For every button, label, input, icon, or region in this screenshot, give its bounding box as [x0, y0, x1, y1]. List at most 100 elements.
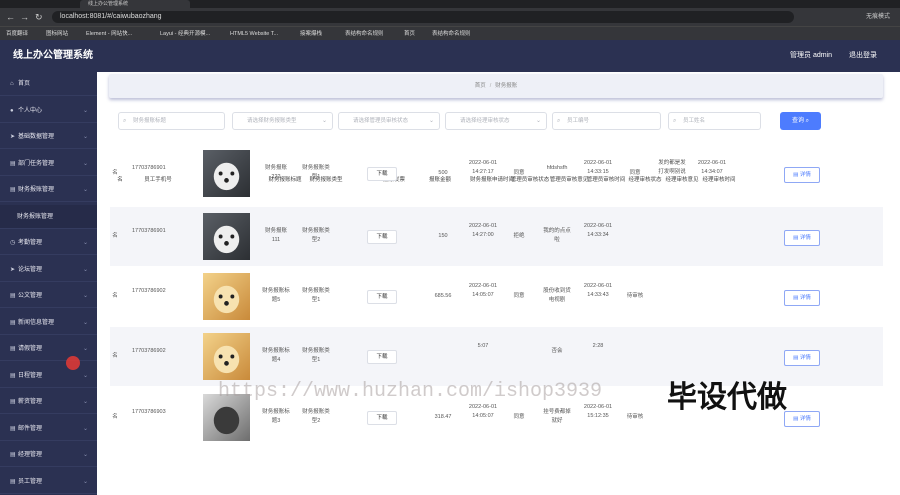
reload-icon[interactable]: ↻	[35, 12, 43, 22]
search-icon: ⌕	[557, 118, 561, 124]
table-cell: 2022-06-01 14:27:00	[468, 223, 498, 238]
sidebar-item-label: 考勤管理	[18, 240, 43, 246]
download-button[interactable]: 下载	[367, 350, 397, 364]
detail-button[interactable]: ▤ 详情	[784, 411, 820, 427]
filter-select[interactable]: 请选择财务报账类型 ⌄	[232, 112, 333, 130]
profile-label[interactable]: 无痕模式	[866, 11, 890, 23]
query-button[interactable]: 查询 ⌕	[780, 112, 821, 130]
table-cell: 财务报账类型1	[302, 348, 330, 363]
table-cell: 名	[112, 170, 118, 176]
table-cell: 财务报账类型1	[302, 165, 330, 180]
bookmark-item[interactable]: 接案爆栈	[300, 27, 322, 41]
chevron-down-icon: ⌄	[82, 160, 88, 167]
table-cell: hfdshsfh	[546, 165, 568, 171]
sidebar-item[interactable]: ▤ 请假管理 ⌄	[0, 337, 97, 361]
address-bar-row: ← → ↻ localhost:8081/#/caiwubaozhang 无痕模…	[0, 8, 900, 26]
bookmark-item[interactable]: 首页	[404, 27, 415, 41]
table-cell: 名	[112, 353, 118, 359]
bookmark-item[interactable]: 图标网站	[46, 27, 68, 41]
table-cell: 2022-06-01 14:33:15	[583, 160, 613, 175]
detail-label: 详情	[799, 235, 811, 241]
current-user: 管理员 admin	[790, 52, 833, 59]
detail-icon: ▤	[793, 235, 800, 241]
doc-icon: ▤	[10, 478, 16, 485]
sidebar-item[interactable]: ▤ 公文管理 ⌄	[0, 284, 97, 308]
avatar	[203, 213, 250, 260]
chevron-down-icon: ⌄	[82, 187, 88, 193]
logout-link[interactable]: 退出登录	[849, 40, 877, 72]
url-field[interactable]: localhost:8081/#/caiwubaozhang	[52, 11, 794, 23]
filter-select[interactable]: 请选择经理审核状态 ⌄	[445, 112, 547, 130]
bookmarks-bar: 百度翻译 图标网站 Element - 网站快... Layui - 经典开源模...…	[0, 26, 900, 40]
sidebar-item[interactable]: ▤ 部门任务管理 ⌄	[0, 152, 97, 176]
bookmark-item[interactable]: Layui - 经典开源模...	[160, 27, 210, 41]
sidebar-item-label: 财务报账管理	[17, 213, 54, 220]
sidebar-item[interactable]: ▤ 经理管理 ⌄	[0, 443, 97, 467]
sidebar-item[interactable]: ▤ 薪资管理 ⌄	[0, 390, 97, 414]
sidebar-item[interactable]: ▤ 财务报账管理 ⌄	[0, 178, 97, 202]
app-header: 线上办公管理系统 管理员 admin 退出登录	[0, 40, 900, 72]
search-icon: ⌕	[123, 118, 127, 124]
table-cell: 500	[438, 170, 448, 176]
forward-icon[interactable]: →	[20, 12, 29, 22]
download-button[interactable]: 下载	[367, 167, 397, 181]
table-row: 名 17703786901 财务报账111 财务报账类型2 下载 150 2022-06-0…	[110, 207, 883, 266]
table-cell: 2022-06-01 14:05:07	[468, 404, 498, 419]
download-button[interactable]: 下载	[367, 290, 397, 304]
mouse-cursor-highlight	[66, 356, 80, 370]
sidebar-item[interactable]: 财务报账管理	[0, 204, 97, 229]
detail-button[interactable]: ▤ 详情	[784, 350, 820, 366]
bookmark-item[interactable]: HTML5 Website T...	[230, 27, 278, 41]
chevron-down-icon: ⌄	[82, 478, 88, 485]
bookmark-item[interactable]: 表结构命名规则	[345, 27, 384, 41]
sidebar-item-label: 部门任务管理	[18, 160, 55, 167]
bookmark-item[interactable]: 百度翻译	[6, 27, 28, 41]
sidebar-item-label: 经理管理	[18, 452, 43, 458]
detail-label: 详情	[799, 416, 811, 422]
chevron-down-icon: ⌄	[535, 118, 541, 124]
filter-input[interactable]: ⌕ 员工姓名	[668, 112, 761, 130]
send-icon: ➤	[10, 266, 16, 273]
browser-tab[interactable]: 线上办公管理系统	[80, 0, 190, 8]
sidebar: ⌂ 首页 ● 个人中心 ⌄ ➤ 基础数据管理 ⌄ ▤ 部门任务管理 ⌄ ▤ 财务报账管理 ⌄ 财务报账管理 ◷…	[0, 72, 97, 495]
sidebar-item[interactable]: ◷ 考勤管理 ⌄	[0, 231, 97, 255]
breadcrumb-home[interactable]: 首页	[475, 83, 486, 89]
table-cell: 财务报账类型2	[302, 409, 330, 424]
filter-input[interactable]: ⌕ 财务报账标题	[118, 112, 225, 130]
sidebar-item[interactable]: ▤ 邮件管理 ⌄	[0, 417, 97, 441]
table-row: 名 17703786902 财务报账标题5 财务报账类型1 下载 685.56 2022-0…	[110, 267, 883, 326]
sidebar-item[interactable]: ● 个人中心 ⌄	[0, 99, 97, 123]
detail-button[interactable]: ▤ 详情	[784, 290, 820, 306]
back-icon[interactable]: ←	[6, 12, 15, 22]
filter-input[interactable]: ⌕ 员工编号	[552, 112, 661, 130]
table-row: 名 17703786901 财务报账222 财务报账类型1 下载 500 2022-06-0…	[110, 144, 883, 203]
sidebar-item[interactable]: ⌂ 首页	[0, 72, 97, 96]
download-button[interactable]: 下载	[367, 230, 397, 244]
sidebar-item[interactable]: ➤ 基础数据管理 ⌄	[0, 125, 97, 149]
filter-placeholder: 员工编号	[567, 118, 590, 124]
sidebar-item[interactable]: ➤ 论坛管理 ⌄	[0, 258, 97, 282]
download-button[interactable]: 下载	[367, 411, 397, 425]
bookmark-item[interactable]: 表结构命名规则	[432, 27, 471, 41]
table-cell: 17703786903	[132, 409, 166, 415]
table-cell: 财务报账标题3	[262, 409, 290, 424]
table-cell: 2022-06-01 14:27:17	[468, 160, 498, 175]
browser-tab-strip: 线上办公管理系统	[0, 0, 900, 8]
sidebar-item[interactable]: ▤ 员工管理 ⌄	[0, 470, 97, 494]
filter-placeholder: 员工姓名	[683, 118, 706, 124]
table-cell: 5:07	[477, 343, 489, 349]
table-cell: 同意	[513, 414, 525, 420]
detail-button[interactable]: ▤ 详情	[784, 167, 820, 183]
doc-icon: ▤	[10, 319, 16, 326]
sidebar-item[interactable]: ▤ 新闻信息管理 ⌄	[0, 311, 97, 335]
detail-icon: ▤	[793, 295, 800, 301]
chevron-down-icon: ⌄	[82, 107, 88, 114]
detail-button[interactable]: ▤ 详情	[784, 230, 820, 246]
sidebar-item[interactable]: ▤ 日程管理 ⌄	[0, 364, 97, 388]
table-cell: 685.56	[434, 293, 452, 299]
bookmark-item[interactable]: Element - 网站快...	[86, 27, 132, 41]
sidebar-item-label: 公文管理	[18, 293, 43, 299]
table-cell: 名	[112, 233, 118, 239]
filter-select[interactable]: 请选择管理员审核状态 ⌄	[338, 112, 440, 130]
table-cell: 17703786902	[132, 288, 166, 294]
